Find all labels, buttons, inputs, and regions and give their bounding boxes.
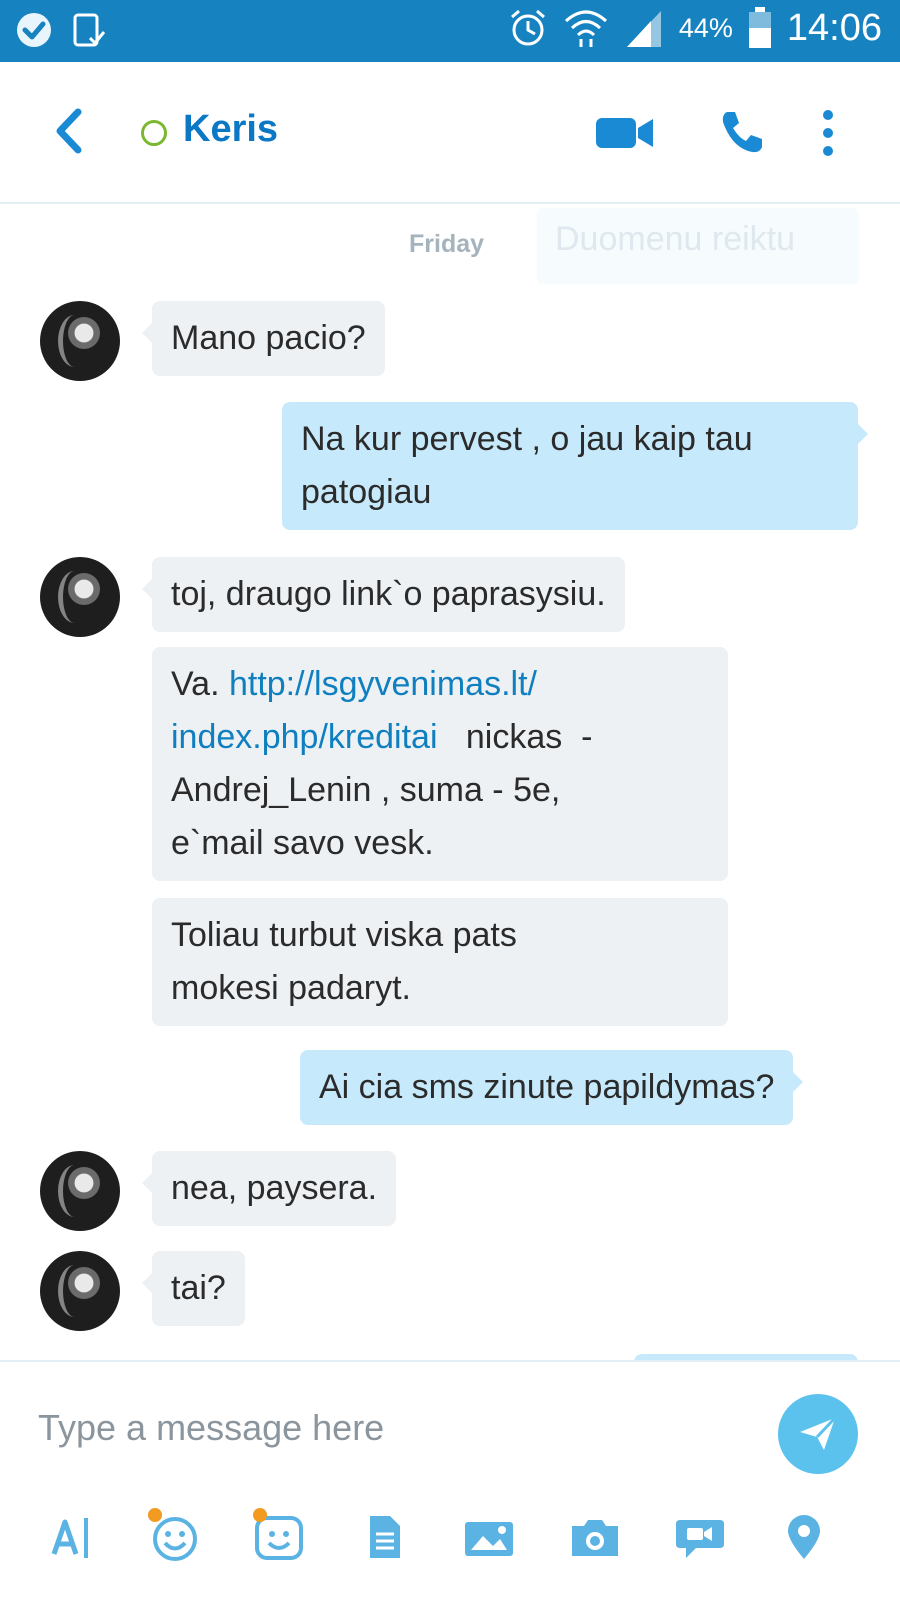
video-call-icon <box>596 118 653 148</box>
video-message-button[interactable] <box>674 1512 726 1562</box>
emoticon-button[interactable] <box>148 1508 200 1562</box>
text-format-button[interactable] <box>50 1512 94 1562</box>
composer <box>0 1360 900 1600</box>
message-text-line: Na kur pervest , o jau kaip tau <box>301 420 753 458</box>
message-text-line: patogiau <box>301 473 432 511</box>
message-list[interactable]: Duomenu reiktu Friday Mano pacio? Na kur… <box>0 204 900 1360</box>
phone-icon <box>722 112 762 153</box>
text-format-icon <box>51 1518 88 1558</box>
message-text: Mano pacio? <box>171 319 366 357</box>
message-link[interactable]: index.php/kreditai <box>171 718 438 756</box>
back-arrow-icon <box>56 108 82 154</box>
message-text: toj, draugo link`o paprasysiu. <box>171 575 606 613</box>
photo-gallery-button[interactable] <box>462 1512 516 1562</box>
notification-dot <box>148 1508 162 1522</box>
video-call-button[interactable] <box>596 116 654 155</box>
file-icon <box>370 1516 400 1558</box>
more-options-button[interactable] <box>818 108 838 158</box>
moji-button[interactable] <box>253 1508 305 1562</box>
alarm-icon <box>507 7 549 49</box>
send-button[interactable] <box>778 1394 858 1474</box>
message-bubble-incoming[interactable]: Va. http://lsgyvenimas.lt/ index.php/kre… <box>152 647 728 881</box>
photo-gallery-icon <box>465 1522 513 1556</box>
message-text-line: e`mail savo vesk. <box>171 824 434 862</box>
location-button[interactable] <box>784 1512 824 1562</box>
camera-icon <box>572 1520 618 1556</box>
back-button[interactable] <box>48 106 88 156</box>
video-message-icon <box>676 1520 724 1558</box>
signal-icon <box>623 7 665 49</box>
message-text-line: Va. http://lsgyvenimas.lt/ <box>171 658 709 711</box>
message-bubble-incoming[interactable]: toj, draugo link`o paprasysiu. <box>142 557 625 632</box>
voice-call-button[interactable] <box>718 108 766 161</box>
message-text: Va. <box>171 665 229 703</box>
composer-toolbar <box>0 1490 900 1580</box>
message-input[interactable] <box>38 1398 738 1458</box>
message-bubble-incoming[interactable]: tai? <box>142 1251 245 1326</box>
check-badge-icon <box>14 10 54 50</box>
message-text-line: mokesi padaryt. <box>171 969 411 1007</box>
clock: 14:06 <box>786 6 882 49</box>
status-bar: 44% 14:06 <box>0 0 900 62</box>
device-icon <box>68 10 108 50</box>
message-text-line: Toliau turbut viska pats <box>171 916 517 954</box>
message-text: nea, paysera. <box>171 1169 378 1207</box>
message-text: tai? <box>171 1269 226 1307</box>
send-file-button[interactable] <box>364 1512 406 1562</box>
message-text: nickas - <box>437 718 593 756</box>
battery-icon <box>747 6 773 50</box>
message-bubble-outgoing[interactable]: Ai cia sms zinute papildymas? <box>300 1050 804 1125</box>
contact-name[interactable]: Keris <box>183 108 278 151</box>
more-vertical-icon <box>823 110 833 156</box>
message-text-line: Andrej_Lenin , suma - 5e, <box>171 771 561 809</box>
presence-indicator <box>141 120 167 146</box>
notification-dot <box>253 1508 267 1522</box>
location-icon <box>788 1515 820 1559</box>
avatar[interactable] <box>40 1251 120 1331</box>
avatar[interactable] <box>40 301 120 381</box>
wifi-icon <box>563 7 609 49</box>
chat-header: Keris <box>0 62 900 204</box>
day-separator: Friday <box>409 230 485 258</box>
message-text: Ai cia sms zinute papildymas? <box>319 1068 775 1106</box>
avatar[interactable] <box>40 1151 120 1231</box>
message-bubble-incoming[interactable]: Mano pacio? <box>142 301 385 376</box>
camera-button[interactable] <box>568 1512 622 1562</box>
message-bubble-outgoing[interactable]: Na kur pervest , o jau kaip tau patogiau <box>282 402 868 530</box>
message-link[interactable]: http://lsgyvenimas.lt/ <box>229 665 537 703</box>
message-bubble-incoming[interactable]: nea, paysera. <box>141 1151 397 1226</box>
send-icon <box>800 1416 837 1450</box>
faded-message: Duomenu reiktu <box>537 208 859 284</box>
battery-percent: 44% <box>678 12 733 43</box>
avatar[interactable] <box>40 557 120 637</box>
message-bubble-incoming[interactable]: Toliau turbut viska pats mokesi padaryt. <box>152 898 728 1026</box>
message-text-line: index.php/kreditai nickas - <box>171 711 709 764</box>
